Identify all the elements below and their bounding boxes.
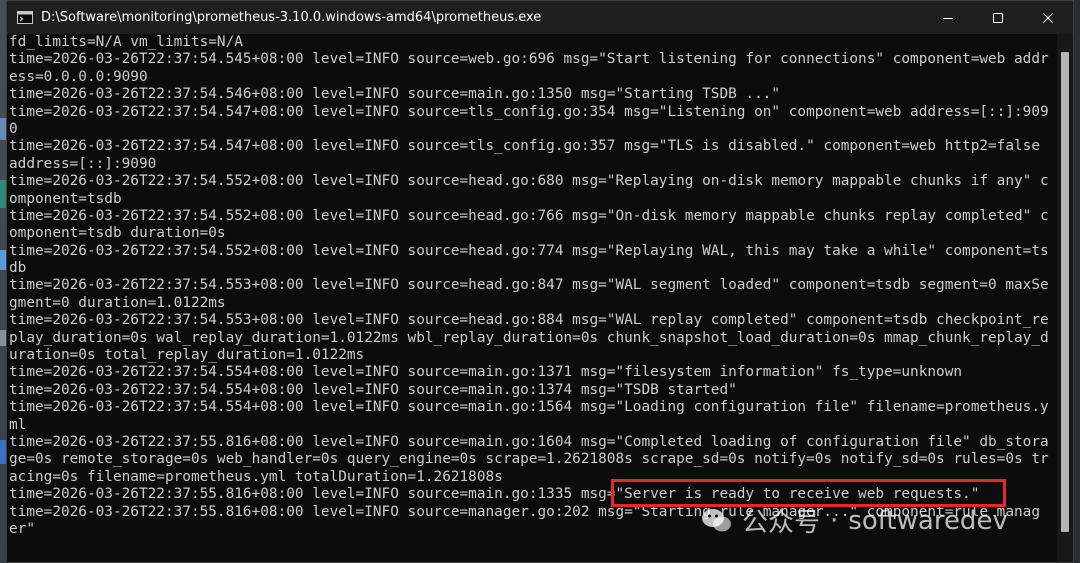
vertical-scrollbar[interactable] [1057, 34, 1073, 562]
log-line: 0 [9, 120, 18, 137]
close-button[interactable] [1023, 1, 1073, 34]
watermark: 公众号 · softwaredev [700, 502, 1008, 539]
log-line: time=2026-03-26T22:37:54.553+08:00 level… [9, 312, 1049, 329]
close-icon [1043, 12, 1053, 23]
watermark-separator: · [830, 505, 839, 536]
log-line: ml [9, 416, 27, 433]
log-line: time=2026-03-26T22:37:54.547+08:00 level… [9, 138, 1041, 155]
log-line: time=2026-03-26T22:37:54.553+08:00 level… [9, 277, 1049, 294]
log-line: time=2026-03-26T22:37:54.545+08:00 level… [9, 51, 1049, 68]
log-line: time=2026-03-26T22:37:54.547+08:00 level… [9, 103, 1049, 120]
minimize-icon [943, 17, 953, 19]
log-line: time=2026-03-26T22:37:54.546+08:00 level… [9, 86, 781, 103]
log-line: play_duration=0s wal_replay_duration=1.0… [9, 329, 1049, 346]
log-line: ess=0.0.0.0:9090 [9, 68, 148, 85]
log-line: time=2026-03-26T22:37:54.552+08:00 level… [9, 207, 1049, 224]
watermark-account: 公众号 [742, 508, 821, 538]
watermark-name: softwaredev [848, 505, 1008, 536]
window-controls [923, 1, 1073, 34]
log-line: db [9, 260, 27, 277]
maximize-button[interactable] [973, 1, 1023, 34]
log-line: omponent=tsdb [9, 190, 122, 207]
wechat-icon [702, 508, 731, 531]
title-bar[interactable]: D:\Software\monitoring\prometheus-3.10.0… [7, 1, 1073, 34]
terminal-icon [17, 11, 33, 24]
log-line: time=2026-03-26T22:37:55.816+08:00 level… [9, 433, 1049, 450]
log-line: time=2026-03-26T22:37:54.552+08:00 level… [9, 242, 1049, 259]
log-line: uration=0s total_replay_duration=1.0122m… [9, 347, 365, 364]
log-line: omponent=tsdb duration=0s [9, 225, 226, 242]
log-line: time=2026-03-26T22:37:54.554+08:00 level… [9, 364, 963, 381]
log-line: fd_limits=N/A vm_limits=N/A [9, 34, 243, 50]
scrollbar-thumb[interactable] [1061, 52, 1069, 532]
maximize-icon [993, 12, 1003, 23]
log-line: time=2026-03-26T22:37:54.554+08:00 level… [9, 399, 1049, 416]
log-line: time=2026-03-26T22:37:54.554+08:00 level… [9, 381, 737, 398]
log-line: ge=0s remote_storage=0s web_handler=0s q… [9, 451, 1049, 468]
log-line: address=[::]:9090 [9, 155, 157, 172]
log-line: time=2026-03-26T22:37:54.552+08:00 level… [9, 173, 1049, 190]
log-line: gment=0 duration=1.0122ms [9, 294, 226, 311]
window-title: D:\Software\monitoring\prometheus-3.10.0… [41, 10, 542, 25]
minimize-button[interactable] [923, 1, 973, 34]
